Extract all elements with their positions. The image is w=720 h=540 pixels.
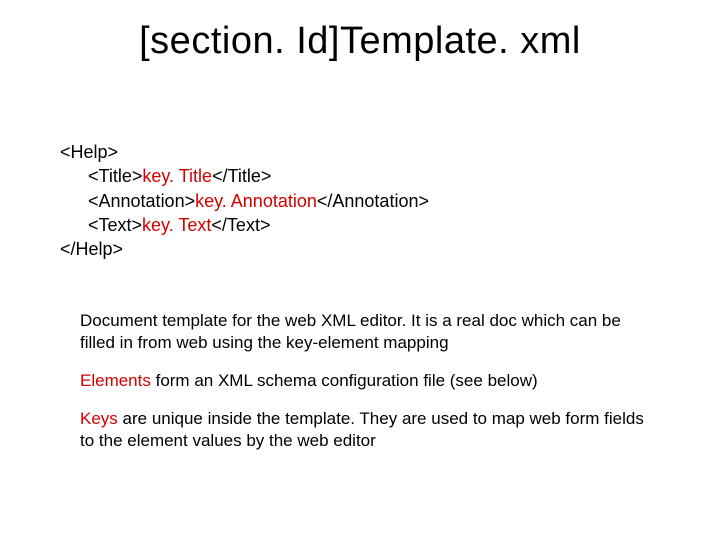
paragraph-2-lead: Elements <box>80 371 151 390</box>
xml-annotation-line: <Annotation>key. Annotation</Annotation> <box>60 189 660 213</box>
xml-help-open: <Help> <box>60 140 660 164</box>
description-block: Document template for the web XML editor… <box>80 310 660 468</box>
xml-text-key: key. Text <box>142 215 211 235</box>
xml-help-close: </Help> <box>60 237 660 261</box>
xml-text-open: <Text> <box>88 215 142 235</box>
xml-title-line: <Title>key. Title</Title> <box>60 164 660 188</box>
paragraph-3-rest: are unique inside the template. They are… <box>80 409 644 450</box>
xml-annotation-key: key. Annotation <box>195 191 317 211</box>
paragraph-2-rest: form an XML schema configuration file (s… <box>151 371 538 390</box>
xml-title-close: </Title> <box>212 166 271 186</box>
xml-text-line: <Text>key. Text</Text> <box>60 213 660 237</box>
xml-text-close: </Text> <box>211 215 270 235</box>
paragraph-3: Keys are unique inside the template. The… <box>80 408 660 452</box>
page-title: [section. Id]Template. xml <box>0 20 720 63</box>
xml-annotation-open: <Annotation> <box>88 191 195 211</box>
slide: [section. Id]Template. xml <Help> <Title… <box>0 0 720 540</box>
paragraph-3-lead: Keys <box>80 409 118 428</box>
xml-title-open: <Title> <box>88 166 142 186</box>
xml-annotation-close: </Annotation> <box>317 191 429 211</box>
xml-template-block: <Help> <Title>key. Title</Title> <Annota… <box>60 140 660 261</box>
paragraph-2: Elements form an XML schema configuratio… <box>80 370 660 392</box>
paragraph-1: Document template for the web XML editor… <box>80 310 660 354</box>
xml-title-key: key. Title <box>142 166 212 186</box>
